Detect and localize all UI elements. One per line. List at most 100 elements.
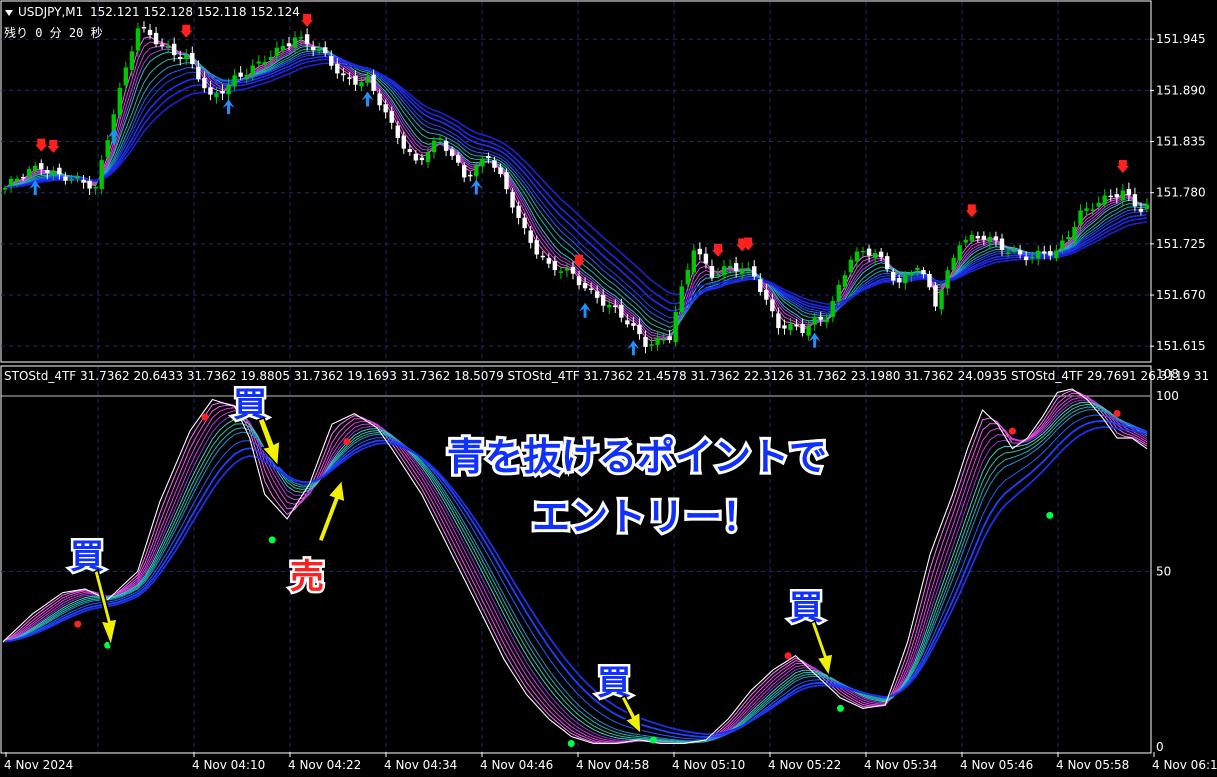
candle-body [26,169,32,177]
candle-body [1138,208,1144,212]
bar-timer: 残り 0 分 20 秒 [4,26,103,40]
buy-dot [567,739,575,747]
sell-dot [74,620,82,628]
candle-body [220,90,225,94]
candle-body [643,336,648,347]
candle-body [292,37,298,48]
sell-dot [784,652,792,660]
candle-body [492,160,497,168]
candle-body [480,158,485,167]
candle-body [764,290,769,300]
candle-body [389,111,394,123]
candle-body [661,339,666,341]
candle-body [1144,204,1150,210]
candle-body [474,165,479,177]
candle-body [673,312,678,343]
candle-body [226,84,231,95]
candle-body [842,275,848,287]
candle-body [727,265,733,268]
time-tick-label: 4 Nov 2024 [4,758,73,772]
candle-body [721,266,727,276]
candle-body [123,67,129,86]
buy-label: 買 [789,588,823,628]
mt4-chart[interactable]: 151.945 151.890 151.835 151.780 151.725 151.6… [0,0,1217,777]
candle-body [625,320,630,325]
time-tick-label: 4 Nov 04:46 [480,758,553,772]
candle-body [2,188,8,190]
candle-body [1120,190,1126,201]
sell-dot [1113,410,1121,418]
candle-body [141,26,147,29]
candle-body [39,163,44,170]
candle-body [69,179,74,181]
candle-body [619,304,624,318]
candle-body [600,295,606,306]
candle-body [359,82,364,87]
candle-body [818,316,823,320]
candle-body [534,240,539,255]
candle-body [57,167,62,175]
symbol-label: USDJPY,M1 [18,5,83,19]
candle-body [347,77,352,79]
candle-body [1060,240,1065,250]
candle-body [365,77,370,83]
candle-body [335,63,340,74]
candle-body [782,325,787,329]
candle-body [957,245,962,261]
candle-body [262,61,268,65]
candle-body [564,268,570,271]
price-tick-label: 151.725 [1156,237,1206,251]
candle-body [33,165,38,172]
candle-body [812,318,817,325]
candle-body [703,253,709,264]
candle-body [522,217,527,229]
candle-body [860,250,866,253]
candle-body [383,104,388,113]
candle-body [866,248,872,256]
time-tick-label: 4 Nov 05:22 [768,758,841,772]
candle-body [824,319,829,323]
candle-body [401,135,406,149]
candle-body [1078,210,1083,225]
candle-body [184,55,189,60]
candle-body [582,282,588,289]
price-tick-label: 151.835 [1156,135,1206,149]
candle-body [1096,202,1101,207]
candle-body [329,56,334,66]
candle-body [909,272,914,276]
candle-body [951,257,956,270]
candle-body [788,323,793,330]
indicator-label: STOStd_4TF 31.7362 20.6433 31.7362 19.88… [4,369,1209,383]
candle-body [202,77,207,89]
candle-body [613,305,618,308]
candle-body [884,256,890,270]
time-tick-label: 4 Nov 04:34 [384,758,457,772]
candle-body [933,285,938,307]
candle-body [462,165,467,178]
oscillator-tick-label: 100 [1156,389,1179,403]
candle-body [196,66,201,80]
candle-body [407,149,413,153]
candle-body [830,300,835,318]
candle-body [419,157,425,161]
buy-dot [1046,511,1054,519]
candle-body [891,271,896,281]
candle-body [697,248,703,255]
oscillator-tick-label: 0 [1156,740,1164,754]
candle-body [776,313,781,329]
candle-body [679,286,684,313]
candle-body [655,338,660,345]
candle-body [310,46,316,51]
candle-body [872,253,878,259]
candle-body [45,170,50,173]
candle-body [758,279,763,292]
candle-body [1114,194,1119,198]
price-tick-label: 151.945 [1156,32,1206,46]
headline-line-2: エントリー！ [532,495,760,539]
candle-body [268,56,274,61]
candle-body [1023,256,1029,261]
candle-body [498,167,503,175]
candle-body [75,177,80,179]
candle-body [413,153,419,161]
candle-body [1011,250,1017,252]
